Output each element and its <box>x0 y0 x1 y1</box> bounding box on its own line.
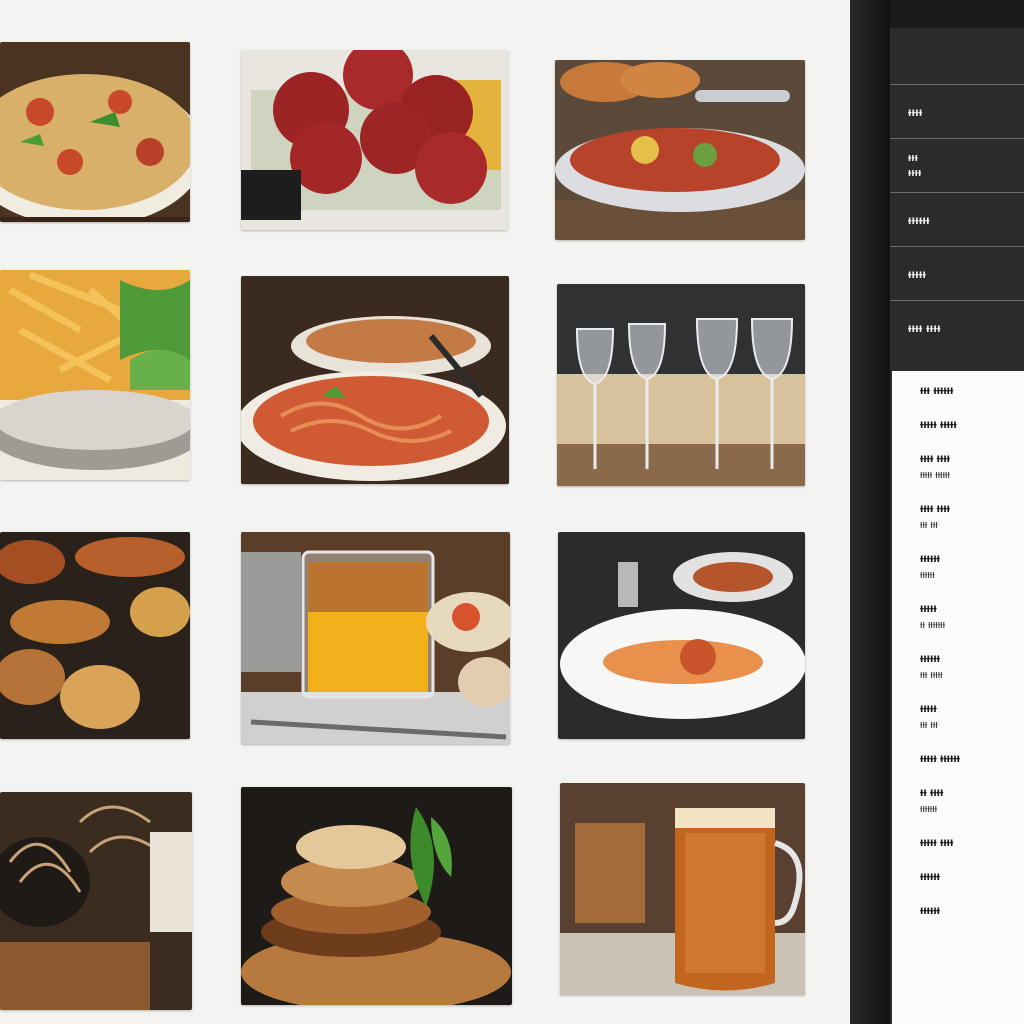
sidebar-item-label: ᵻᵻᵻᵻ ᵻᵻᵻᵻ <box>908 320 941 335</box>
list-item-subtitle: ᵻᵻᵻ ᵻᵻᵻ <box>920 719 938 731</box>
list-item-title: ᵻᵻᵻᵻᵻ ᵻᵻᵻᵻᵻ <box>920 417 957 431</box>
sidebar-item-label: ᵻᵻᵻᵻ <box>908 104 923 119</box>
list-item[interactable]: ᵻᵻ ᵻᵻᵻᵻ ᵻᵻᵻᵻᵻᵻᵻ <box>892 785 1024 815</box>
burger-photo[interactable] <box>241 787 512 1005</box>
list-item[interactable]: ᵻᵻᵻ ᵻᵻᵻᵻᵻᵻ <box>892 383 1024 397</box>
sidebar-item-label: ᵻᵻᵻᵻᵻ <box>908 266 927 281</box>
seafood-plate-photo[interactable] <box>555 60 805 240</box>
fries-salad-photo[interactable] <box>0 270 190 480</box>
list-item-subtitle: ᵻᵻᵻ ᵻᵻᵻᵻᵻ <box>920 669 943 681</box>
pasta-bowls-photo[interactable] <box>241 276 509 484</box>
sidebar-item-1[interactable]: ᵻᵻᵻᵻ <box>890 84 1024 138</box>
list-item-subtitle: ᵻᵻᵻᵻᵻᵻ <box>920 569 935 581</box>
sidebar-menu: ᵻᵻᵻᵻ ᵻᵻᵻ ᵻᵻᵻᵻ ᵻᵻᵻᵻᵻᵻ ᵻᵻᵻᵻᵻ ᵻᵻᵻᵻ ᵻᵻᵻᵻ <box>890 84 1024 354</box>
list-item[interactable]: ᵻᵻᵻᵻᵻ ᵻᵻᵻᵻᵻᵻ <box>892 751 1024 765</box>
list-item-title: ᵻᵻᵻᵻ ᵻᵻᵻᵻ <box>920 501 951 515</box>
sidebar-item-2[interactable]: ᵻᵻᵻ ᵻᵻᵻᵻ <box>890 138 1024 192</box>
list-item[interactable]: ᵻᵻᵻᵻᵻᵻ ᵻᵻᵻ ᵻᵻᵻᵻᵻ <box>892 651 1024 681</box>
list-item-subtitle: ᵻᵻ ᵻᵻᵻᵻᵻᵻᵻ <box>920 619 946 631</box>
monitor-bezel <box>850 0 890 1024</box>
list-item-title: ᵻᵻᵻᵻ ᵻᵻᵻᵻ <box>920 451 951 465</box>
list-item[interactable]: ᵻᵻᵻᵻ ᵻᵻᵻᵻ ᵻᵻᵻ ᵻᵻᵻ <box>892 501 1024 531</box>
salami-fries-photo[interactable] <box>241 50 508 230</box>
list-item[interactable]: ᵻᵻᵻᵻ ᵻᵻᵻᵻ ᵻᵻᵻᵻᵻ ᵻᵻᵻᵻᵻᵻ <box>892 451 1024 481</box>
sidebar-item-4[interactable]: ᵻᵻᵻᵻᵻ <box>890 246 1024 300</box>
wine-glasses-photo[interactable] <box>557 284 805 486</box>
sidebar: ᵻᵻᵻᵻ ᵻᵻᵻ ᵻᵻᵻᵻ ᵻᵻᵻᵻᵻᵻ ᵻᵻᵻᵻᵻ ᵻᵻᵻᵻ ᵻᵻᵻᵻ ᵻᵻᵻ … <box>890 28 1024 1024</box>
plated-dish-photo[interactable] <box>558 532 805 739</box>
list-item[interactable]: ᵻᵻᵻᵻᵻ ᵻᵻᵻᵻ <box>892 835 1024 849</box>
sidebar-item-3[interactable]: ᵻᵻᵻᵻᵻᵻ <box>890 192 1024 246</box>
sidebar-item-label: ᵻᵻᵻ <box>908 152 919 164</box>
list-item[interactable]: ᵻᵻᵻᵻᵻ ᵻᵻ ᵻᵻᵻᵻᵻᵻᵻ <box>892 601 1024 631</box>
sidebar-list: ᵻᵻᵻ ᵻᵻᵻᵻᵻᵻ ᵻᵻᵻᵻᵻ ᵻᵻᵻᵻᵻ ᵻᵻᵻᵻ ᵻᵻᵻᵻ ᵻᵻᵻᵻᵻ ᵻᵻ… <box>892 371 1024 1024</box>
list-item[interactable]: ᵻᵻᵻᵻᵻ ᵻᵻᵻ ᵻᵻᵻ <box>892 701 1024 731</box>
sidebar-item-label: ᵻᵻᵻᵻᵻᵻ <box>908 212 930 227</box>
list-item[interactable]: ᵻᵻᵻᵻᵻᵻ <box>892 869 1024 883</box>
list-item-subtitle: ᵻᵻᵻᵻᵻ ᵻᵻᵻᵻᵻᵻ <box>920 469 950 481</box>
orange-juice-photo[interactable] <box>241 532 510 744</box>
list-item[interactable]: ᵻᵻᵻᵻᵻᵻ ᵻᵻᵻᵻᵻᵻ <box>892 551 1024 581</box>
list-item-title: ᵻᵻᵻᵻᵻᵻ <box>920 551 941 565</box>
list-item-title: ᵻᵻᵻᵻᵻᵻ <box>920 869 941 883</box>
list-item[interactable]: ᵻᵻᵻᵻᵻᵻ <box>892 903 1024 917</box>
list-item-title: ᵻᵻᵻᵻᵻᵻ <box>920 903 941 917</box>
list-item-title: ᵻᵻᵻᵻᵻᵻ <box>920 651 941 665</box>
roasted-wings-photo[interactable] <box>0 532 190 739</box>
list-item-title: ᵻᵻᵻᵻᵻ <box>920 601 937 615</box>
list-item[interactable]: ᵻᵻᵻᵻᵻ ᵻᵻᵻᵻᵻ <box>892 417 1024 431</box>
noodles-photo[interactable] <box>0 792 192 1010</box>
list-item-title: ᵻᵻᵻᵻᵻ <box>920 701 937 715</box>
sidebar-item-5[interactable]: ᵻᵻᵻᵻ ᵻᵻᵻᵻ <box>890 300 1024 354</box>
list-item-title: ᵻᵻᵻᵻᵻ ᵻᵻᵻᵻ <box>920 835 954 849</box>
beer-mug-photo[interactable] <box>560 783 805 995</box>
pizza-photo[interactable] <box>0 42 190 222</box>
list-item-subtitle: ᵻᵻᵻ ᵻᵻᵻ <box>920 519 938 531</box>
list-item-title: ᵻᵻ ᵻᵻᵻᵻ <box>920 785 944 799</box>
sidebar-item-sublabel: ᵻᵻᵻᵻ <box>908 167 922 179</box>
list-item-title: ᵻᵻᵻᵻᵻ ᵻᵻᵻᵻᵻᵻ <box>920 751 961 765</box>
photo-gallery-page <box>0 0 850 1024</box>
list-item-subtitle: ᵻᵻᵻᵻᵻᵻᵻ <box>920 803 938 815</box>
list-item-title: ᵻᵻᵻ ᵻᵻᵻᵻᵻᵻ <box>920 383 954 397</box>
